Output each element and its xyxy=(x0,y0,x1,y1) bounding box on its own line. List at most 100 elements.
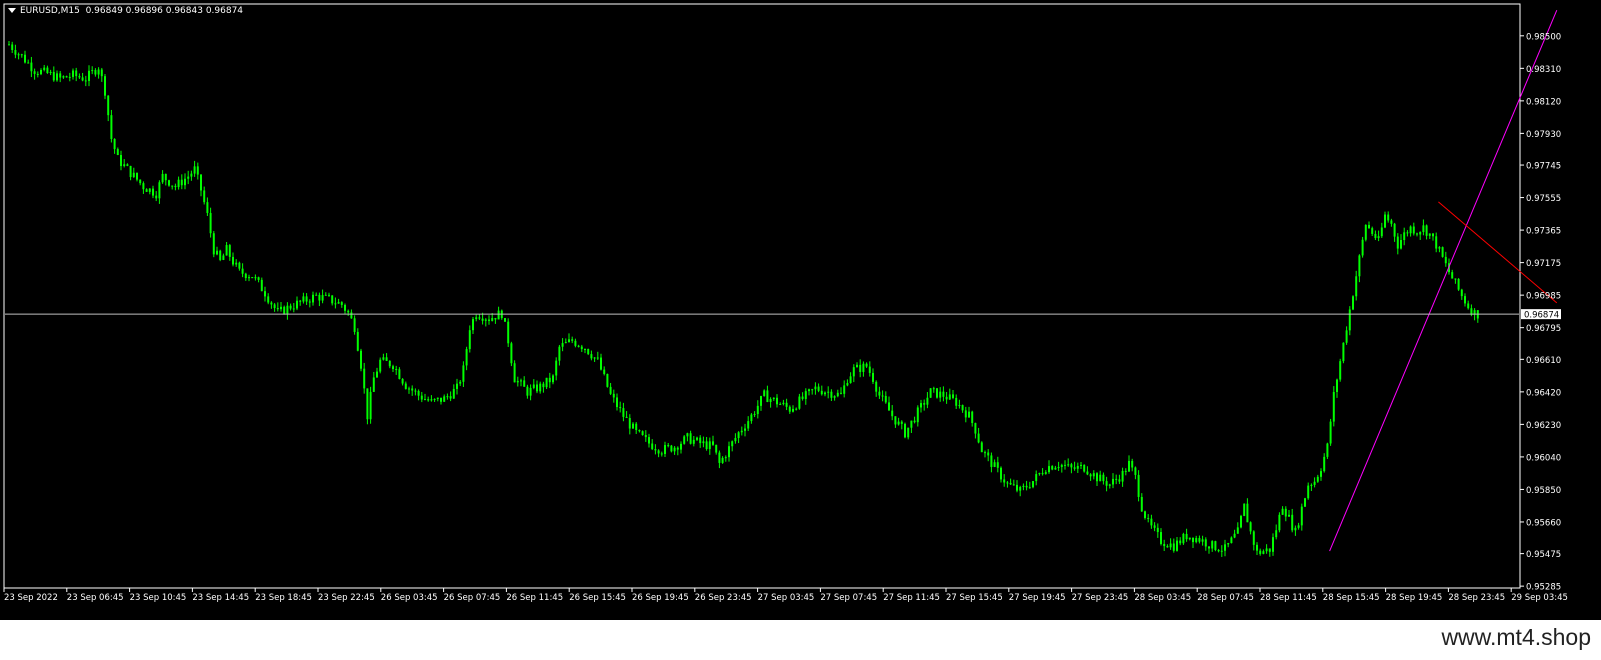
candle-body xyxy=(254,277,257,279)
candle-body xyxy=(36,73,39,75)
candle-body xyxy=(251,277,254,279)
x-tick-label: 27 Sep 23:45 xyxy=(1072,593,1129,603)
candle-body xyxy=(129,165,132,178)
candle-body xyxy=(1025,485,1028,488)
candle-body xyxy=(296,300,298,309)
candle-body xyxy=(881,395,884,397)
candle-body xyxy=(449,396,452,399)
candle-body xyxy=(334,303,337,305)
candle-body xyxy=(948,394,951,400)
candle-body xyxy=(161,173,164,183)
x-tick-label: 26 Sep 11:45 xyxy=(506,593,563,603)
candle-body xyxy=(1083,464,1086,472)
candle-body xyxy=(1460,289,1463,297)
candle-body xyxy=(1211,541,1214,549)
x-tick-label: 23 Sep 18:45 xyxy=(255,593,312,603)
candle-body xyxy=(430,399,433,401)
x-tick-label: 23 Sep 22:45 xyxy=(318,593,375,603)
candle-body xyxy=(1131,460,1134,468)
candle-body xyxy=(782,402,785,404)
candle-body xyxy=(1156,527,1159,533)
candle-body xyxy=(81,77,84,81)
candle-body xyxy=(654,449,657,451)
candle-body xyxy=(945,396,948,400)
candle-body xyxy=(875,381,878,392)
candle-body xyxy=(328,294,330,296)
candle-body xyxy=(27,62,30,64)
candle-body xyxy=(139,179,142,184)
candle-body xyxy=(769,399,772,402)
x-tick-label: 23 Sep 06:45 xyxy=(67,593,124,603)
candle-body xyxy=(1288,514,1290,517)
x-tick-label: 27 Sep 11:45 xyxy=(883,593,940,603)
candle-body xyxy=(715,444,718,453)
x-tick-label: 27 Sep 07:45 xyxy=(820,593,877,603)
candle-body xyxy=(606,373,609,387)
candle-body xyxy=(580,346,583,350)
candle-body xyxy=(289,305,292,309)
candle-body xyxy=(1313,481,1316,485)
candle-body xyxy=(302,296,305,302)
candle-body xyxy=(888,402,890,411)
candle-body xyxy=(107,95,110,116)
candle-body xyxy=(187,176,190,179)
candle-body xyxy=(532,384,535,388)
candle-body xyxy=(507,321,510,344)
price-chart[interactable]: 0.96874 0.98500 0.98310 0.98120 0.97930 0.97… xyxy=(0,0,1601,620)
candle-body xyxy=(344,304,346,311)
candle-body xyxy=(94,70,97,75)
x-tick-label: 27 Sep 19:45 xyxy=(1009,593,1066,603)
candle-body xyxy=(900,421,903,424)
candle-body xyxy=(84,80,87,82)
candle-body xyxy=(1432,233,1434,237)
candle-body xyxy=(1118,479,1121,482)
collapse-triangle-icon[interactable] xyxy=(8,8,16,13)
candle-body xyxy=(696,437,698,440)
candle-body xyxy=(91,70,94,72)
candle-body xyxy=(158,182,161,199)
candle-body xyxy=(46,67,49,73)
candle-body xyxy=(1400,240,1402,249)
candle-body xyxy=(622,408,625,417)
candle-body xyxy=(264,291,266,297)
candle-body xyxy=(907,427,910,438)
candle-body xyxy=(1345,330,1348,343)
candle-body xyxy=(830,391,833,398)
candle-body xyxy=(932,388,935,390)
candle-body xyxy=(686,433,689,437)
candle-body xyxy=(472,319,474,331)
candle-body xyxy=(638,430,641,432)
candle-body xyxy=(843,385,846,394)
candle-body xyxy=(1265,548,1268,552)
candle-body xyxy=(1224,544,1226,551)
candle-body xyxy=(97,69,100,75)
x-tick-label: 28 Sep 03:45 xyxy=(1134,593,1191,603)
candle-body xyxy=(1217,550,1220,552)
candle-body xyxy=(148,188,151,192)
candle-body xyxy=(1236,527,1239,534)
candle-body xyxy=(996,462,999,468)
x-tick-label: 28 Sep 23:45 xyxy=(1448,593,1505,603)
candle-body xyxy=(478,317,481,319)
candle-body xyxy=(193,166,196,174)
candle-body xyxy=(1214,541,1217,551)
candle-body xyxy=(286,305,289,314)
candle-body xyxy=(856,364,858,368)
candle-body xyxy=(1009,482,1012,485)
candle-body xyxy=(1124,470,1127,472)
candle-body xyxy=(440,397,442,402)
candle-body xyxy=(520,380,522,382)
candle-body xyxy=(600,357,602,370)
ohlc-values: 0.96849 0.96896 0.96843 0.96874 xyxy=(85,6,244,16)
candle-body xyxy=(1182,533,1185,544)
candle-body xyxy=(1323,456,1326,472)
candle-body xyxy=(1336,379,1338,393)
y-tick-label: 0.95850 xyxy=(1526,486,1561,496)
watermark-text: www.mt4.shop xyxy=(1441,624,1591,650)
candle-body xyxy=(542,383,545,388)
candle-body xyxy=(555,360,558,376)
candle-body xyxy=(891,410,894,417)
candle-body xyxy=(529,387,532,396)
candle-body xyxy=(731,441,734,447)
candle-body xyxy=(558,346,561,361)
